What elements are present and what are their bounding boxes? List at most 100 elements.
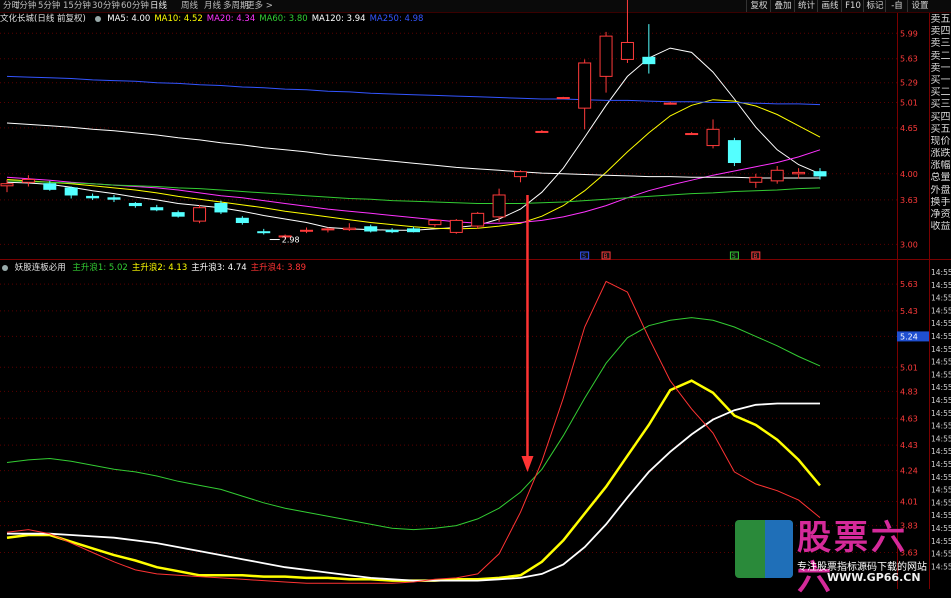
price-tick-label: 4.65: [900, 124, 918, 133]
time-axis-label: 14:55: [931, 422, 951, 431]
candle-body-down: [128, 202, 142, 207]
candle: [86, 193, 100, 200]
time-axis-label: 14:55: [931, 294, 951, 303]
candle-body-up: [770, 169, 784, 182]
quote-label: 总量: [930, 172, 951, 184]
ma-line-ma120: [6, 122, 820, 179]
ma-line-ma250: [6, 75, 821, 106]
quote-label: 收益: [930, 221, 951, 233]
candle: [171, 210, 185, 218]
time-axis-label: 14:55: [931, 332, 951, 341]
candle-body-down: [407, 228, 420, 233]
price-tick-label: 5.01: [900, 98, 918, 107]
time-axis-label: 14:55: [931, 358, 951, 367]
price-tick-label: 3.00: [900, 240, 918, 249]
quote-label: 涨幅: [930, 160, 951, 172]
quote-label: 买二: [930, 87, 951, 99]
candle: [471, 211, 485, 229]
candle-body-down: [257, 231, 271, 234]
candle-body-down: [235, 217, 249, 224]
candle: [535, 130, 549, 133]
candle: [492, 188, 506, 222]
candle-body-up: [471, 212, 485, 227]
candle-body-down: [107, 197, 121, 200]
current-value-label: 5.24: [900, 332, 918, 341]
candle-body-down: [364, 226, 378, 232]
time-axis-label: 14:55: [931, 370, 951, 379]
candle-body-up: [599, 35, 613, 77]
candle-body-up: [749, 176, 763, 183]
quote-label: 买四: [930, 111, 951, 123]
indicator-line: [7, 402, 820, 582]
candle: [599, 31, 613, 93]
candle: [792, 168, 806, 179]
candle-body-down: [385, 229, 399, 233]
price-tick-label: 5.29: [900, 79, 918, 88]
indicator-tick-label: 5.63: [900, 280, 918, 289]
time-axis-label: 14:55: [931, 281, 951, 290]
candle-body-down: [727, 140, 741, 164]
candle: [407, 226, 420, 233]
candle: [428, 218, 442, 227]
candle: [257, 228, 271, 235]
time-axis-label: 14:55: [931, 409, 951, 418]
quote-label: 外盘: [930, 184, 951, 196]
quote-label: 卖五: [930, 14, 951, 25]
logo-url: WWW.GP66.CN: [827, 571, 921, 584]
quote-label: 现价: [930, 135, 951, 147]
candle-body-up: [21, 178, 35, 183]
time-axis-label: 14:55: [931, 473, 951, 482]
quote-label: 净资: [930, 209, 951, 220]
candle-body-down: [214, 202, 228, 213]
candle-body-up: [556, 97, 570, 100]
quote-label: 卖三: [930, 38, 951, 50]
candle-body-up: [321, 228, 335, 231]
candle: [64, 186, 78, 199]
candle-body-up: [193, 207, 207, 222]
candle: [300, 227, 314, 234]
candle-body-up: [535, 130, 549, 133]
candle: [449, 218, 463, 234]
candle-body-up: [706, 128, 720, 147]
indicator-line: [6, 379, 821, 582]
indicator-tick-label: 4.83: [900, 387, 918, 396]
signal-arrow-head: [521, 456, 534, 472]
quote-label: 卖四: [930, 26, 951, 38]
watermark-logo: 股票六六 专注股票指标源码下载的网站 WWW.GP66.CN: [735, 518, 940, 598]
price-tick-label: 4.00: [900, 170, 918, 179]
quote-label: 卖二: [930, 50, 951, 62]
time-axis-label: 14:55: [931, 345, 951, 354]
candle: [749, 173, 763, 188]
signal-marker-label: B: [753, 253, 757, 260]
indicator-line: [6, 280, 821, 584]
price-tick-label: 5.99: [900, 29, 918, 38]
quote-label: 买一: [930, 74, 951, 86]
price-tick-label: 3.63: [900, 196, 918, 205]
low-annotation: 2.98: [282, 236, 300, 245]
candle-body-up: [513, 171, 527, 178]
candle-body-down: [642, 56, 656, 65]
candle: [342, 223, 356, 231]
candle: [727, 137, 741, 167]
time-axis-label: 14:55: [931, 383, 951, 392]
candle: [235, 216, 249, 225]
time-axis-label: 14:55: [931, 447, 951, 456]
candle: [21, 175, 35, 187]
candle: [578, 59, 592, 130]
candle: [620, 0, 634, 63]
candle-body-up: [792, 171, 806, 175]
time-axis-label: 14:55: [931, 434, 951, 443]
candle-body-up: [449, 219, 463, 233]
candle: [364, 224, 378, 233]
indicator-tick-label: 5.01: [900, 363, 918, 372]
indicator-tick-label: 4.24: [900, 467, 918, 476]
candle: [642, 24, 656, 74]
candle: [556, 96, 570, 100]
time-axis-label: 14:55: [931, 486, 951, 495]
candle-body-down: [86, 195, 100, 199]
kline-chart[interactable]: 5.995.635.295.014.654.003.633.006.542.98…: [0, 0, 951, 589]
time-axis-label: 14:55: [931, 396, 951, 405]
candle: [193, 204, 207, 224]
indicator-tick-label: 4.01: [900, 497, 918, 506]
candle-body-up: [620, 41, 634, 60]
